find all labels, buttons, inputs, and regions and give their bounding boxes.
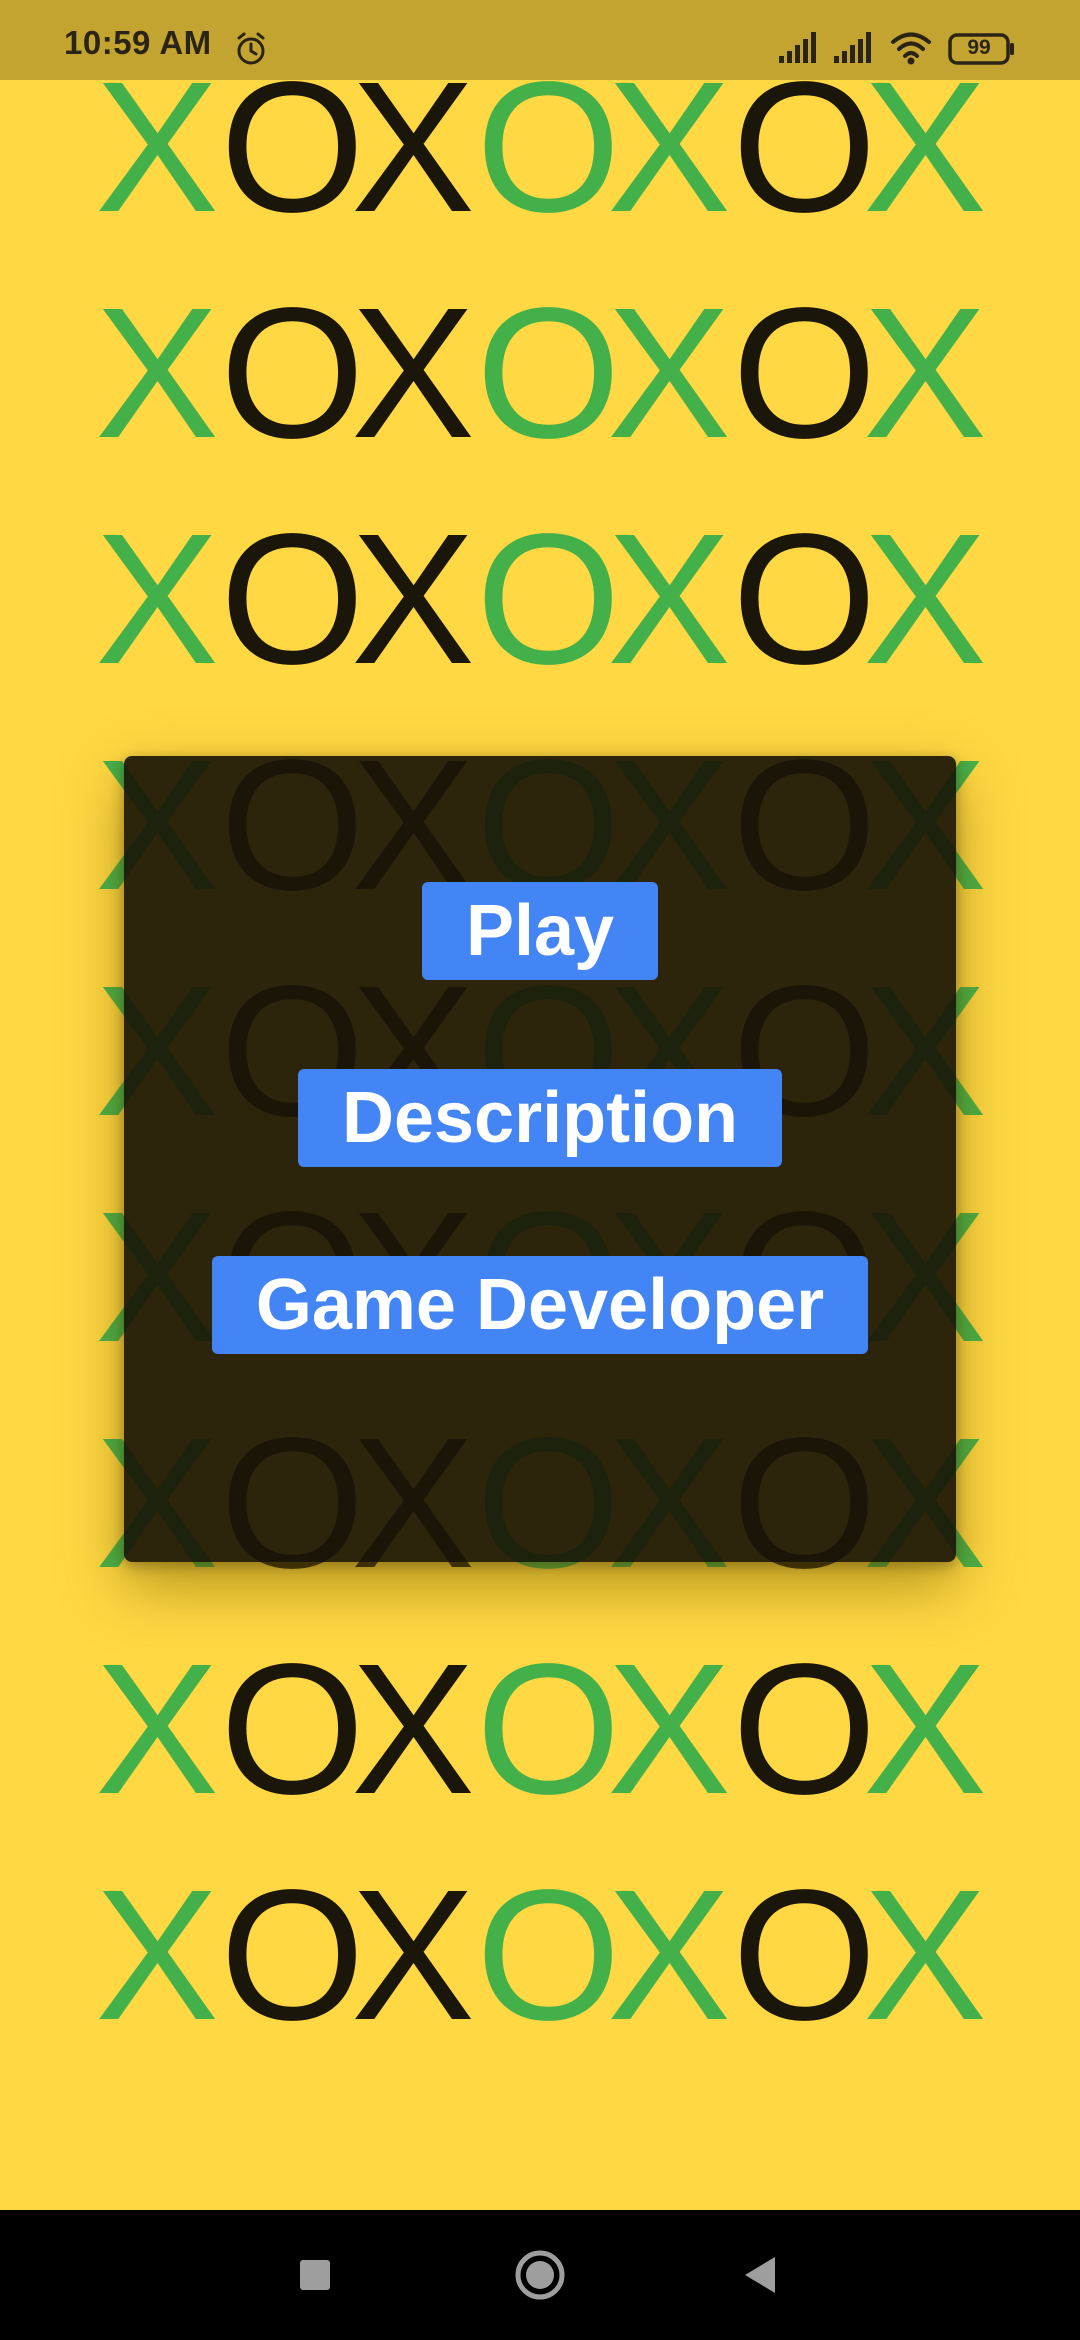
xo-pattern-letter: X — [94, 1852, 220, 2059]
xo-pattern-letter: X — [862, 1626, 988, 1833]
xo-pattern-letter: X — [606, 1626, 732, 1833]
xo-pattern-row: XOXOXOX — [0, 44, 1080, 251]
main-menu-dialog: Play Description Game Developer — [124, 756, 956, 1562]
xo-pattern-letter: X — [94, 1626, 220, 1833]
xo-pattern-letter: X — [862, 496, 988, 703]
xo-pattern-letter: O — [220, 44, 365, 251]
xo-pattern-letter: O — [732, 270, 877, 477]
xo-pattern-letter: O — [732, 1626, 877, 1833]
xo-pattern-letter: O — [476, 496, 621, 703]
xo-pattern-letter: X — [606, 270, 732, 477]
xo-pattern-row: XOXOXOX — [0, 496, 1080, 703]
xo-pattern-letter: X — [862, 270, 988, 477]
recents-icon[interactable] — [280, 2240, 350, 2310]
xo-pattern-letter: O — [220, 270, 365, 477]
xo-pattern-letter: X — [350, 270, 476, 477]
xo-pattern-letter: O — [732, 1852, 877, 2059]
xo-pattern-row: XOXOXOX — [0, 270, 1080, 477]
xo-pattern-letter: O — [220, 1852, 365, 2059]
xo-pattern-letter: X — [606, 496, 732, 703]
game-developer-button[interactable]: Game Developer — [212, 1256, 868, 1354]
xo-pattern-letter: X — [862, 44, 988, 251]
back-icon[interactable] — [725, 2240, 795, 2310]
xo-pattern-letter: O — [476, 270, 621, 477]
xo-pattern-row: XOXOXOX — [0, 1626, 1080, 1833]
xo-pattern-letter: X — [350, 496, 476, 703]
description-button[interactable]: Description — [298, 1069, 782, 1167]
play-button[interactable]: Play — [422, 882, 658, 980]
xo-pattern-letter: X — [350, 1626, 476, 1833]
xo-pattern-letter: X — [94, 270, 220, 477]
xo-pattern-letter: X — [350, 44, 476, 251]
xo-pattern-letter: O — [220, 496, 365, 703]
xo-pattern-letter: X — [606, 44, 732, 251]
xo-pattern-letter: O — [732, 44, 877, 251]
home-icon[interactable] — [505, 2240, 575, 2310]
xo-pattern-letter: X — [94, 44, 220, 251]
xo-pattern-letter: X — [350, 1852, 476, 2059]
xo-pattern-letter: O — [476, 1852, 621, 2059]
xo-pattern-letter: X — [862, 1852, 988, 2059]
xo-pattern-letter: O — [220, 1626, 365, 1833]
xo-pattern-letter: O — [476, 1626, 621, 1833]
xo-pattern-letter: O — [476, 44, 621, 251]
xo-pattern-letter: X — [606, 1852, 732, 2059]
navigation-bar — [0, 2210, 1080, 2340]
xo-pattern-letter: O — [732, 496, 877, 703]
xo-pattern-letter: X — [94, 496, 220, 703]
xo-pattern-row: XOXOXOX — [0, 1852, 1080, 2059]
